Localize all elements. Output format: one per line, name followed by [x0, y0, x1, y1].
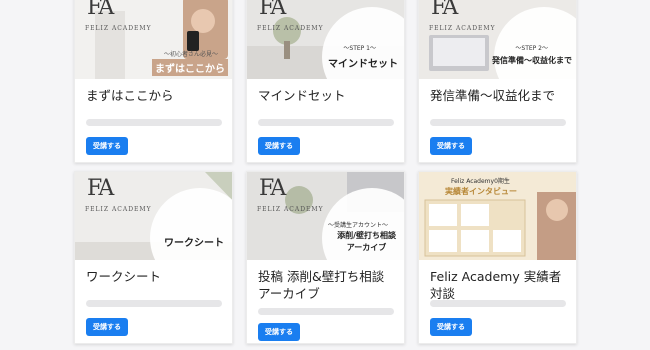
course-card[interactable]: Feliz Academy0期生 実績者インタビュー Feliz Academy…	[418, 171, 577, 344]
course-title[interactable]: Feliz Academy 実績者対談	[430, 268, 566, 302]
thumbnail-caption-small: 〜初心者さん必見〜	[163, 51, 218, 58]
course-title[interactable]: ワークシート	[86, 268, 222, 285]
course-thumbnail[interactable]: FA FELIZ ACADEMY ワークシート	[75, 172, 232, 260]
course-card[interactable]: FA FELIZ ACADEMY 〜初心者さん必見〜 まずはここから まずはここ…	[74, 0, 233, 163]
brand-logo: FA	[87, 0, 114, 20]
brand-name: FELIZ ACADEMY	[85, 206, 152, 213]
progress-bar	[86, 300, 222, 307]
course-thumbnail[interactable]: FA FELIZ ACADEMY 〜受講生アカウント〜 添削/壁打ち相談 アーカ…	[247, 172, 404, 260]
enroll-button[interactable]: 受講する	[258, 323, 300, 341]
thumbnail-caption-big: まずはここから	[152, 59, 228, 76]
brand-logo: FA	[87, 176, 114, 201]
thumbnail-caption-small: Feliz Academy0期生	[451, 178, 510, 185]
brand-logo: FA	[259, 0, 286, 20]
thumbnail-caption-small: 〜受講生アカウント〜	[327, 222, 388, 229]
thumbnail-caption-small: 〜STEP 2〜	[515, 45, 548, 52]
course-title[interactable]: 投稿 添削&壁打ち相談 アーカイブ	[258, 268, 394, 302]
thumbnail-caption-big: マインドセット	[328, 59, 398, 70]
thumbnail-caption-big: 実績者インタビュー	[445, 187, 517, 196]
brand-name: FELIZ ACADEMY	[85, 25, 152, 32]
course-title[interactable]: まずはここから	[86, 87, 222, 104]
course-thumbnail[interactable]: FA FELIZ ACADEMY 〜STEP 1〜 マインドセット	[247, 0, 404, 79]
progress-bar	[258, 119, 394, 126]
course-thumbnail[interactable]: FA FELIZ ACADEMY 〜初心者さん必見〜 まずはここから	[75, 0, 232, 79]
progress-bar	[86, 119, 222, 126]
course-title[interactable]: マインドセット	[258, 87, 394, 104]
brand-name: FELIZ ACADEMY	[257, 206, 324, 213]
thumbnail-caption-big: ワークシート	[164, 238, 224, 249]
thumbnail-caption-big: 添削/壁打ち相談 アーカイブ	[337, 231, 396, 252]
course-card[interactable]: FA FELIZ ACADEMY 〜STEP 2〜 発信準備〜収益化まで 発信準…	[418, 0, 577, 163]
brand-name: FELIZ ACADEMY	[429, 25, 496, 32]
course-card[interactable]: FA FELIZ ACADEMY 〜STEP 1〜 マインドセット マインドセッ…	[246, 0, 405, 163]
course-thumbnail[interactable]: FA FELIZ ACADEMY 〜STEP 2〜 発信準備〜収益化まで	[419, 0, 576, 79]
thumbnail-caption-small: 〜STEP 1〜	[343, 45, 376, 52]
enroll-button[interactable]: 受講する	[430, 137, 472, 155]
enroll-button[interactable]: 受講する	[86, 318, 128, 336]
progress-bar	[258, 308, 394, 315]
brand-logo: FA	[431, 0, 458, 20]
course-grid: FA FELIZ ACADEMY 〜初心者さん必見〜 まずはここから まずはここ…	[74, 0, 578, 344]
enroll-button[interactable]: 受講する	[258, 137, 300, 155]
course-title[interactable]: 発信準備〜収益化まで	[430, 87, 566, 104]
enroll-button[interactable]: 受講する	[86, 137, 128, 155]
enroll-button[interactable]: 受講する	[430, 318, 472, 336]
course-card[interactable]: FA FELIZ ACADEMY 〜受講生アカウント〜 添削/壁打ち相談 アーカ…	[246, 171, 405, 344]
brand-logo: FA	[259, 176, 286, 201]
brand-name: FELIZ ACADEMY	[257, 25, 324, 32]
progress-bar	[430, 300, 566, 307]
course-thumbnail[interactable]: Feliz Academy0期生 実績者インタビュー	[419, 172, 576, 260]
progress-bar	[430, 119, 566, 126]
course-card[interactable]: FA FELIZ ACADEMY ワークシート ワークシート 受講する	[74, 171, 233, 344]
thumbnail-caption-big: 発信準備〜収益化まで	[492, 56, 572, 65]
